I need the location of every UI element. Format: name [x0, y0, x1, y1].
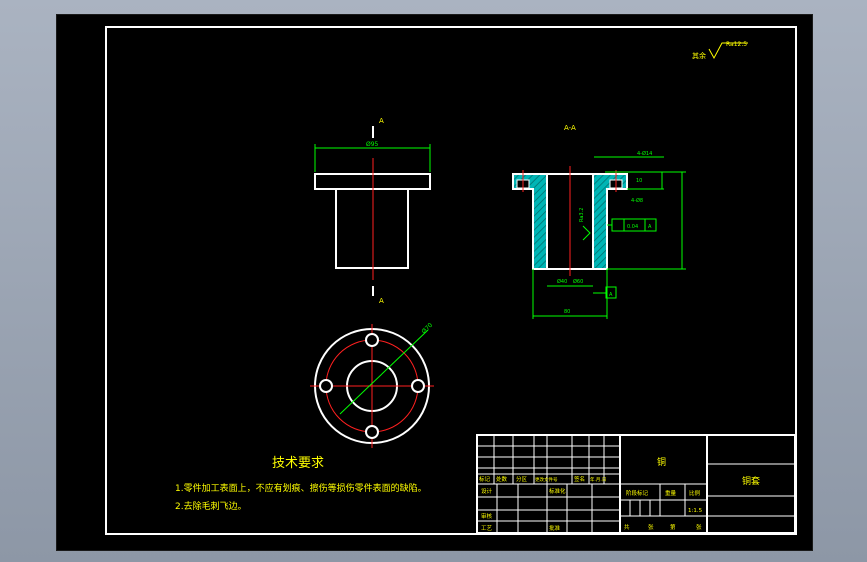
roughness-note-label: 其余 [692, 51, 706, 60]
tb-approve-label: 批准 [549, 524, 561, 532]
section-view-title: A-A [564, 124, 576, 132]
front-top-diameter: Ø95 [366, 141, 379, 148]
roughness-ra32-symbol-icon [582, 225, 591, 241]
bolt-hole-top [365, 333, 379, 347]
bolt-hole-right [411, 379, 425, 393]
dim-d60: Ø60 [573, 278, 583, 285]
section-view: A-A 4-Ø14 10 4-Ø8 0.04 A Ra3.2 Ø40 Ø60 A… [512, 124, 686, 319]
hatch-wall-left [533, 189, 547, 268]
tb-process-label: 工艺 [481, 525, 493, 532]
tb-review-label: 审核 [481, 512, 493, 520]
tech-requirements-title: 技术要求 [272, 456, 324, 471]
tech-requirement-2: 2.去除毛刺飞边。 [175, 500, 247, 512]
section-label-bottom: A [379, 297, 384, 305]
tb-header-change: 更改文件号 [535, 476, 558, 483]
dim-80: 80 [564, 309, 570, 315]
tb-weight-label: 重量 [665, 489, 677, 497]
dim-4-d14: 4-Ø14 [637, 150, 652, 157]
tolerance-value: 0.04 [627, 224, 638, 230]
bolt-circle-diameter: Ø70 [420, 322, 434, 336]
front-body [335, 188, 409, 269]
tb-sheet-no-label: 第 [670, 523, 676, 531]
section-label-top: A [379, 117, 384, 125]
bolt-circle-leader [339, 329, 429, 415]
tech-requirements: 技术要求 1.零件加工表面上，不应有划痕、擦伤等损伤零件表面的缺陷。 2.去除毛… [175, 456, 427, 512]
tb-sheets-total-label: 共 [624, 523, 630, 531]
dim-10: 10 [636, 178, 642, 184]
tb-header-count: 处数 [496, 475, 508, 483]
top-view: Ø70 [310, 322, 434, 448]
tech-requirement-1: 1.零件加工表面上，不应有划痕、擦伤等损伤零件表面的缺陷。 [175, 482, 427, 494]
tb-designer-label: 设计 [481, 487, 493, 495]
tb-part-name: 铜套 [742, 475, 760, 487]
tb-standardization-label: 标准化 [549, 487, 566, 495]
tb-header-mark: 标记 [479, 475, 491, 483]
datum-label: A [609, 292, 613, 298]
dim-4-d8: 4-Ø8 [631, 197, 643, 204]
tb-sheets-label: 张 [648, 523, 654, 531]
tb-sheet-suffix-label: 张 [696, 523, 702, 531]
tb-header-zone: 分区 [516, 475, 528, 483]
roughness-note: 其余 Ra12.5 [692, 41, 748, 60]
tb-material: 铜 [657, 456, 666, 468]
hatch-wall-right [593, 189, 607, 268]
tolerance-datum: A [648, 224, 652, 230]
tb-header-date: 年.月.日 [590, 476, 606, 483]
tb-stage-label: 阶段标记 [626, 489, 649, 497]
cad-drawing: 其余 Ra12.5 A Ø95 A A-A 4-Ø14 10 4-Ø8 0.04… [105, 26, 797, 535]
tb-header-sign: 签名 [574, 475, 585, 483]
bolt-hole-left [319, 379, 333, 393]
tb-scale-label: 比例 [689, 489, 701, 497]
drawing-border [105, 26, 797, 535]
tb-scale-value: 1:1.5 [688, 508, 703, 514]
front-view: A Ø95 A [314, 117, 431, 305]
bolt-hole-bottom [365, 425, 379, 439]
roughness-note-value: Ra12.5 [726, 41, 747, 48]
dim-d40: Ø40 [557, 278, 567, 285]
roughness-ra32: Ra3.2 [579, 208, 585, 222]
